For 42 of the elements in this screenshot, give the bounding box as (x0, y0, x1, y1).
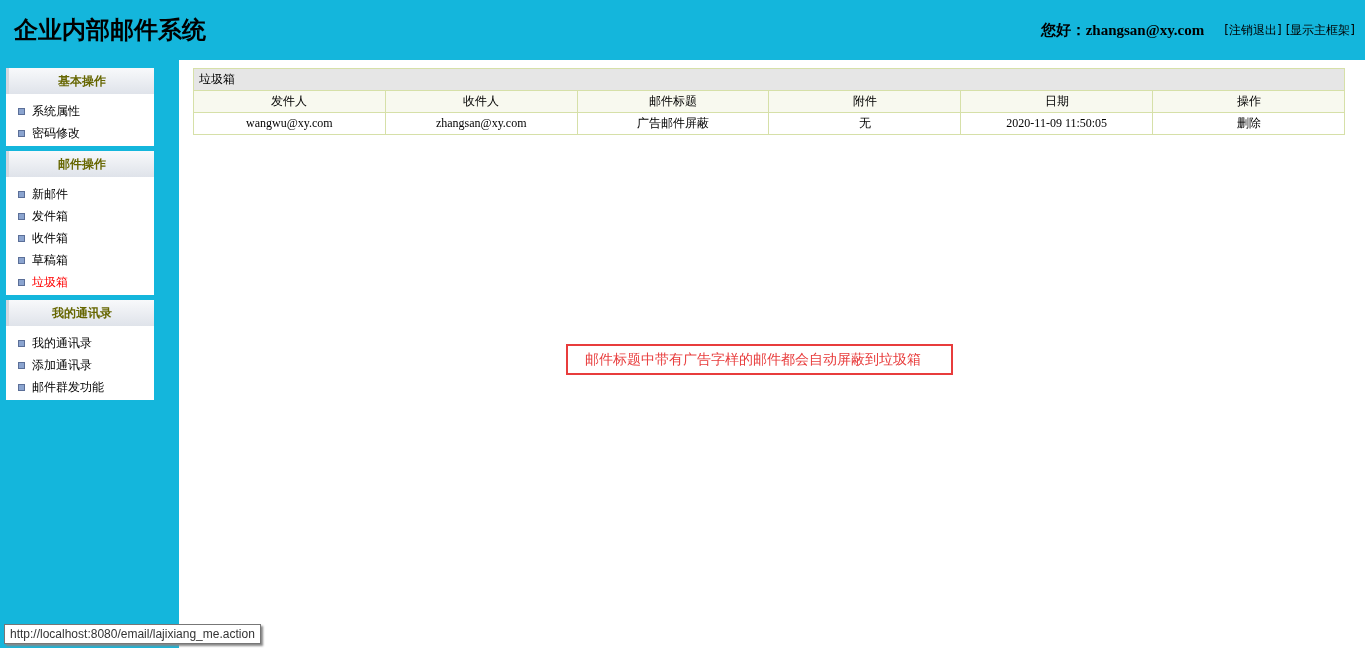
column-header: 发件人 (193, 90, 386, 113)
bullet-icon (18, 234, 25, 242)
sidebar-link[interactable]: 草稿箱 (32, 251, 68, 269)
column-header: 邮件标题 (577, 90, 769, 113)
sidebar-link[interactable]: 垃圾箱 (32, 273, 68, 291)
panel-title: 我的通讯录 (6, 300, 154, 326)
bullet-icon (18, 190, 25, 198)
sidebar-link[interactable]: 新邮件 (32, 185, 68, 203)
bullet-icon (18, 212, 25, 220)
sidebar-link[interactable]: 邮件群发功能 (32, 378, 104, 396)
bullet-icon (18, 278, 25, 286)
table-cell[interactable]: 删除 (1152, 112, 1345, 135)
table-cell: 广告邮件屏蔽 (577, 112, 769, 135)
greeting-text: 您好：zhangsan@xy.com (1040, 20, 1205, 40)
sidebar-link[interactable]: 添加通讯录 (32, 356, 92, 374)
status-url: http://localhost:8080/email/lajixiang_me.action (4, 624, 261, 644)
sidebar-link[interactable]: 发件箱 (32, 207, 68, 225)
panel-title: 邮件操作 (6, 151, 154, 177)
table-cell: zhangsan@xy.com (385, 112, 578, 135)
bullet-icon (18, 107, 25, 115)
table-cell: 无 (769, 112, 961, 135)
bullet-icon (18, 339, 25, 347)
table-caption: 垃圾箱 (193, 68, 1345, 91)
header-link[interactable]: [显示主框架] (1285, 21, 1355, 39)
sidebar-link[interactable]: 收件箱 (32, 229, 68, 247)
table-cell: 2020-11-09 11:50:05 (960, 112, 1153, 135)
column-header: 日期 (960, 90, 1153, 113)
header-link[interactable]: [注销退出] (1224, 21, 1282, 39)
notice-text: 邮件标题中带有广告字样的邮件都会自动屏蔽到垃圾箱 (565, 344, 953, 375)
bullet-icon (18, 256, 25, 264)
bullet-icon (18, 361, 25, 369)
column-header: 收件人 (385, 90, 578, 113)
column-header: 操作 (1152, 90, 1345, 113)
site-title: 企业内部邮件系统 (14, 14, 206, 46)
column-header: 附件 (769, 90, 961, 113)
bullet-icon (18, 129, 25, 137)
sidebar-link[interactable]: 系统属性 (32, 102, 80, 120)
sidebar-link[interactable]: 密码修改 (32, 124, 80, 142)
table-cell: wangwu@xy.com (193, 112, 386, 135)
panel-title: 基本操作 (6, 68, 154, 94)
bullet-icon (18, 383, 25, 391)
sidebar-link[interactable]: 我的通讯录 (32, 334, 92, 352)
